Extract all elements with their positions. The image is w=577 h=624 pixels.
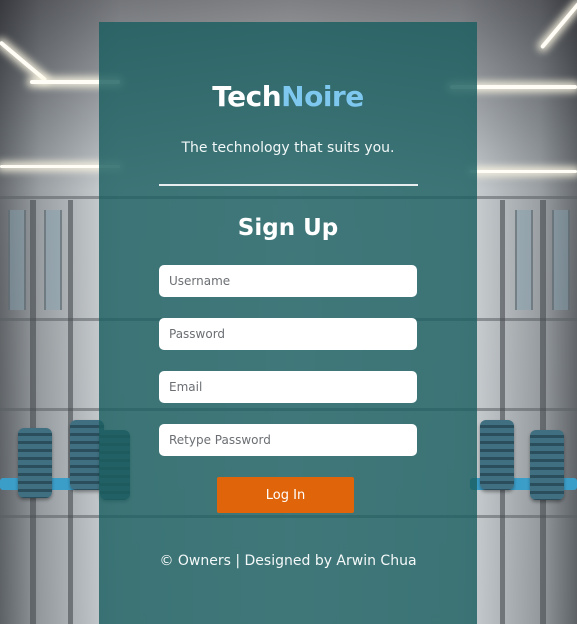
chair	[480, 420, 514, 490]
divider	[159, 184, 418, 186]
window	[8, 210, 26, 310]
ceiling-light	[0, 40, 48, 83]
ceiling-light	[470, 170, 577, 173]
form-title: Sign Up	[237, 215, 339, 241]
window	[515, 210, 533, 310]
login-button[interactable]: Log In	[217, 477, 354, 513]
pillar	[540, 200, 546, 624]
window	[44, 210, 62, 310]
pillar	[500, 200, 505, 624]
username-input[interactable]	[159, 265, 417, 297]
tagline: The technology that suits you.	[181, 140, 395, 156]
brand-logo[interactable]: TechNoire	[99, 80, 477, 114]
window	[552, 210, 570, 310]
brand-name-part2: Noire	[281, 80, 364, 113]
password-input[interactable]	[159, 318, 417, 350]
signup-panel: TechNoire The technology that suits you.…	[99, 22, 477, 624]
brand-name-part1: Tech	[212, 80, 282, 113]
footer-credits: © Owners | Designed by Arwin Chua	[159, 553, 417, 569]
ceiling-light	[539, 0, 577, 50]
pillar	[68, 200, 73, 624]
email-input[interactable]	[159, 371, 417, 403]
retype-password-input[interactable]	[159, 424, 417, 456]
chair	[530, 430, 564, 500]
pillar	[30, 200, 36, 624]
chair	[18, 428, 52, 498]
